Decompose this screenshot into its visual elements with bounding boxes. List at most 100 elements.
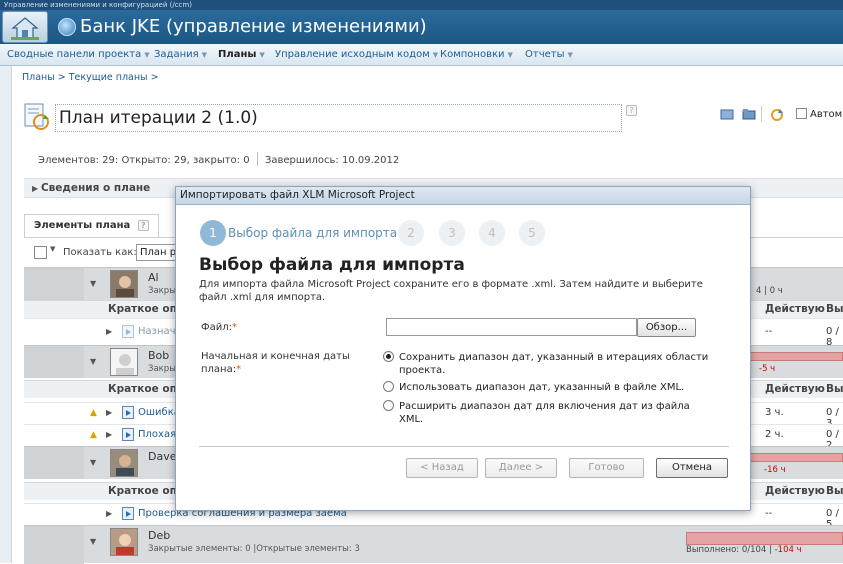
col-next[interactable]: Вы xyxy=(826,485,843,497)
col-next[interactable]: Вы xyxy=(826,303,843,315)
task-title[interactable]: Плохая xyxy=(138,429,176,440)
chevron-down-icon: ▼ xyxy=(144,51,150,59)
radio-button[interactable] xyxy=(383,351,394,362)
radio-keep-iteration-dates[interactable]: Сохранить диапазон дат, указанный в итер… xyxy=(383,351,713,377)
radio-use-xml-dates[interactable]: Использовать диапазон дат, указанный в ф… xyxy=(383,381,713,394)
expand-icon[interactable]: ▶ xyxy=(106,509,112,518)
dates-label-text: Начальная и конечная даты плана: xyxy=(201,351,350,375)
import-dialog: Импортировать файл XLM Microsoft Project… xyxy=(175,186,751,511)
triangle-right-icon: ▶ xyxy=(32,184,41,193)
finish-button[interactable]: Готово xyxy=(569,458,644,478)
elements-count: Элементов: 29: xyxy=(38,155,119,166)
wizard-steps: 1 Выбор файла для импорта 2 3 4 5 xyxy=(200,220,560,246)
open-closed-count: Открыто: 29, закрыто: 0 xyxy=(121,155,250,166)
file-label: Файл:* xyxy=(201,321,237,334)
nav-dashboards[interactable]: Сводные панели проекта ▼ xyxy=(7,44,150,66)
nav-label: Компоновки xyxy=(440,49,505,60)
file-label-text: Файл: xyxy=(201,322,232,333)
task-hours: 3 ч. xyxy=(765,407,784,418)
owner-name[interactable]: Al xyxy=(148,271,159,284)
col-next[interactable]: Вы xyxy=(826,383,843,395)
task-title[interactable]: Назнач xyxy=(138,326,176,337)
file-path-input[interactable] xyxy=(386,318,637,336)
plan-info-text: Сведения о плане xyxy=(40,182,151,194)
select-all-checkbox[interactable] xyxy=(34,246,47,259)
folder-icon[interactable] xyxy=(742,108,756,121)
nav-label: Планы xyxy=(218,49,257,60)
nav-label: Задания xyxy=(154,49,199,60)
task-icon xyxy=(122,325,134,338)
auto-toggle[interactable]: Автом xyxy=(796,108,842,120)
task-title[interactable]: Ошибка xyxy=(138,407,180,418)
expand-icon[interactable]: ▼ xyxy=(90,458,96,467)
owner-overrun: -16 ч xyxy=(764,465,786,475)
col-summary[interactable]: Краткое опи xyxy=(108,303,184,315)
owner-progress-text: -16 ч xyxy=(764,465,786,475)
help-icon[interactable]: ? xyxy=(137,220,149,231)
expand-icon[interactable]: ▶ xyxy=(106,408,112,417)
divider xyxy=(761,106,762,122)
expand-icon[interactable]: ▶ xyxy=(106,430,112,439)
tab-label: Элементы плана xyxy=(34,220,131,231)
owner-name[interactable]: Deb xyxy=(148,529,170,542)
nav-reports[interactable]: Отчеты ▼ xyxy=(525,44,573,66)
nav-tasks[interactable]: Задания ▼ xyxy=(154,44,207,66)
expand-icon[interactable]: ▼ xyxy=(90,279,96,288)
owner-name[interactable]: Dave xyxy=(148,450,177,463)
task-icon xyxy=(122,507,134,520)
col-action[interactable]: Действую xyxy=(765,303,825,315)
divider xyxy=(256,152,258,166)
nav-label: Управление исходным кодом xyxy=(275,49,430,60)
browse-button[interactable]: Обзор... xyxy=(637,318,696,337)
radio-extend-dates[interactable]: Расширить диапазон дат для включения дат… xyxy=(383,400,713,426)
owner-overrun: -104 ч xyxy=(774,545,802,555)
sync-icon[interactable] xyxy=(770,108,784,122)
expand-icon[interactable]: ▼ xyxy=(90,357,96,366)
expand-icon[interactable]: ▶ xyxy=(106,327,112,336)
avatar xyxy=(110,449,138,477)
col-summary[interactable]: Краткое опи xyxy=(108,485,184,497)
col-action[interactable]: Действую xyxy=(765,485,825,497)
owner-name[interactable]: Bob xyxy=(148,349,169,362)
nav-source-control[interactable]: Управление исходным кодом ▼ xyxy=(275,44,438,66)
breadcrumb[interactable]: Планы > Текущие планы > xyxy=(22,72,159,83)
dialog-title[interactable]: Импортировать файл XLM Microsoft Project xyxy=(176,187,750,205)
radio-button[interactable] xyxy=(383,400,394,411)
next-button[interactable]: Далее > xyxy=(485,458,557,478)
left-gutter xyxy=(0,66,12,563)
owner-row: ▼ Deb Закрытые элементы: 0 |Открытые эле… xyxy=(24,525,843,564)
auto-checkbox[interactable] xyxy=(796,108,807,119)
radio-label: Сохранить диапазон дат, указанный в итер… xyxy=(399,352,709,376)
show-as-label: Показать как: xyxy=(63,247,137,258)
owner-progress-label: Выполнено: 0/104 | xyxy=(686,545,775,555)
cancel-button[interactable]: Отмена xyxy=(656,458,728,478)
tab-plan-elements[interactable]: Элементы плана ? xyxy=(24,214,159,238)
task-hours: 2 ч. xyxy=(765,429,784,440)
plan-title[interactable]: План итерации 2 (1.0) xyxy=(55,104,622,132)
radio-button[interactable] xyxy=(383,381,394,392)
step-1-label: Выбор файла для импорта xyxy=(228,226,398,240)
help-icon[interactable]: ? xyxy=(626,105,637,116)
nav-builds[interactable]: Компоновки ▼ xyxy=(440,44,513,66)
dialog-divider xyxy=(199,446,729,447)
avatar xyxy=(110,270,138,298)
owner-summary: Закры xyxy=(148,364,176,374)
chevron-down-icon: ▼ xyxy=(201,51,208,59)
chevron-down-icon: ▼ xyxy=(567,51,573,59)
required-marker: * xyxy=(232,322,237,333)
main-navbar: Сводные панели проекта ▼ Задания ▼ Планы ▼ … xyxy=(0,44,843,66)
view-icon[interactable] xyxy=(720,108,734,121)
back-button[interactable]: < Назад xyxy=(406,458,478,478)
col-summary[interactable]: Краткое опи xyxy=(108,383,184,395)
task-hours: -- xyxy=(765,326,773,337)
owner-summary: Закры xyxy=(148,286,176,296)
col-action[interactable]: Действую xyxy=(765,383,825,395)
finished-date: Завершилось: 10.09.2012 xyxy=(264,155,400,166)
dates-label: Начальная и конечная даты плана:* xyxy=(201,350,351,376)
nav-plans[interactable]: Планы ▼ xyxy=(218,44,265,66)
home-button[interactable] xyxy=(2,11,48,43)
plan-stats: Элементов: 29: Открыто: 29, закрыто: 0 З… xyxy=(38,152,399,166)
project-title[interactable]: Банк JKE (управление изменениями) xyxy=(80,14,427,40)
chevron-down-icon[interactable]: ▼ xyxy=(50,245,55,253)
expand-icon[interactable]: ▼ xyxy=(90,537,96,546)
